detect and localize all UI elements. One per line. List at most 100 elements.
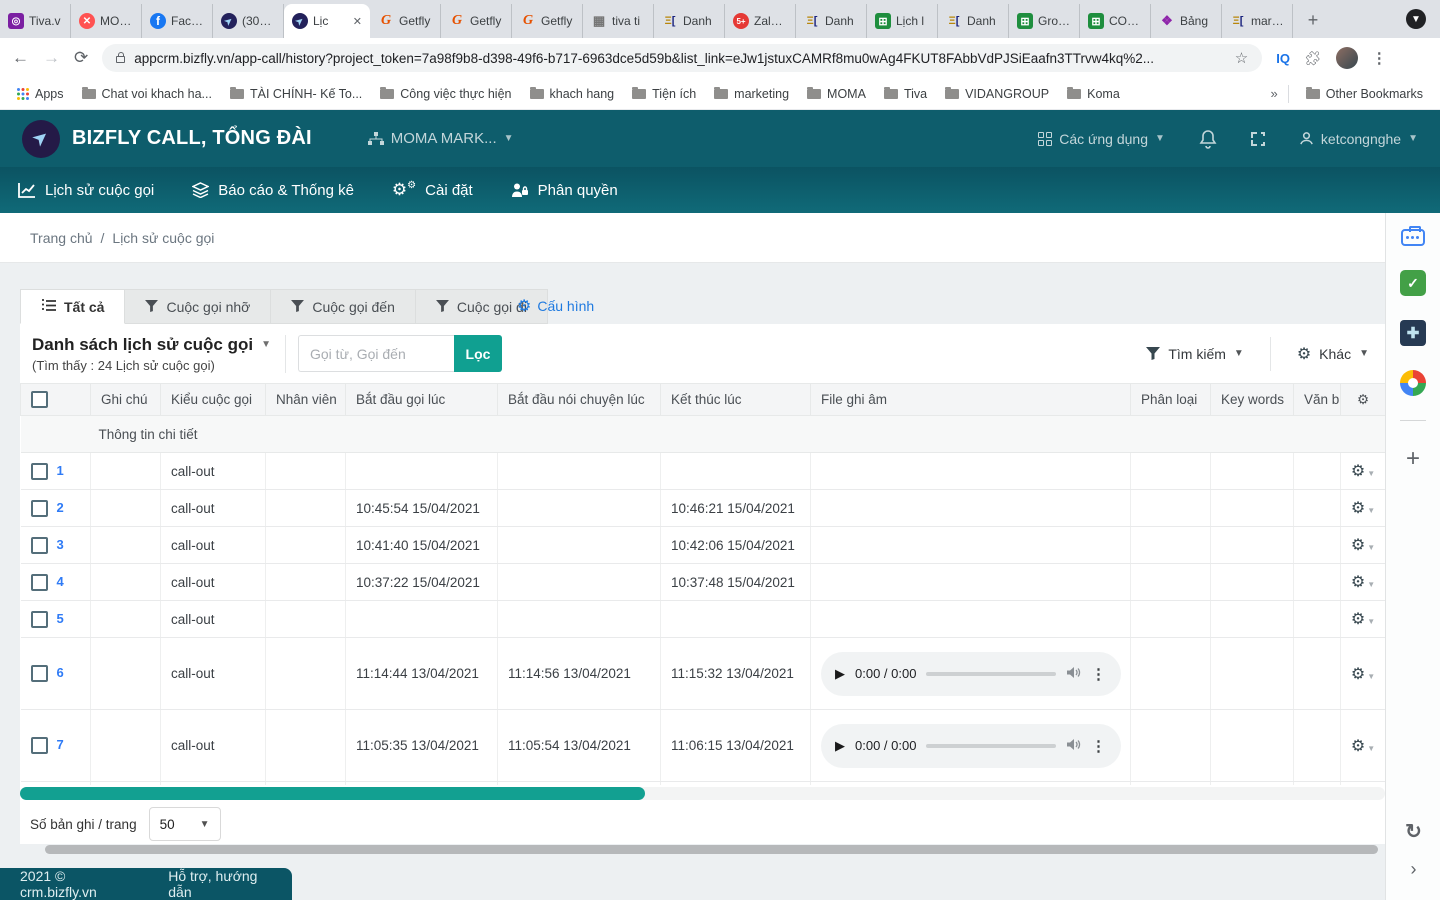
notification-bell-icon[interactable] xyxy=(1199,129,1217,149)
row-settings-icon[interactable]: ⚙ xyxy=(1351,463,1365,480)
row-number[interactable]: 1 xyxy=(57,463,64,478)
audio-player[interactable]: ▶0:00 / 0:00⋮ xyxy=(821,724,1121,768)
iq-extension-icon[interactable]: IQ xyxy=(1276,51,1290,66)
row-settings-icon[interactable]: ⚙ xyxy=(1351,738,1365,755)
browser-tab[interactable]: ❖Bảng xyxy=(1151,4,1222,38)
select-all-checkbox[interactable] xyxy=(31,391,48,408)
row-checkbox[interactable] xyxy=(31,611,48,628)
apps-menu-button[interactable]: Các ứng dụng▼ xyxy=(1038,131,1165,147)
bookmark-folder[interactable]: Tiva xyxy=(877,84,934,104)
row-settings-icon[interactable]: ⚙ xyxy=(1351,666,1365,683)
volume-icon[interactable] xyxy=(1066,738,1081,754)
new-tab-button[interactable]: + xyxy=(1299,6,1327,34)
fullscreen-icon[interactable] xyxy=(1251,132,1265,146)
browser-tab[interactable]: ⊞Lịch l xyxy=(867,4,938,38)
bookmark-folder[interactable]: MOMA xyxy=(800,84,873,104)
row-number[interactable]: 7 xyxy=(57,737,64,752)
chevron-right-icon[interactable]: › xyxy=(1386,859,1440,880)
navy-extension-icon[interactable]: ✚ xyxy=(1400,320,1426,346)
browser-tab[interactable]: Ξ[Danh xyxy=(796,4,867,38)
org-switcher[interactable]: MOMA MARK...▼ xyxy=(368,130,514,147)
audio-player[interactable]: ▶0:00 / 0:00⋮ xyxy=(821,652,1121,696)
row-checkbox[interactable] xyxy=(31,665,48,682)
bookmark-folder[interactable]: khach hang xyxy=(523,84,622,104)
audio-menu-icon[interactable]: ⋮ xyxy=(1091,665,1107,683)
forward-icon[interactable]: → xyxy=(43,48,60,68)
row-number[interactable]: 6 xyxy=(57,665,64,680)
row-settings-icon[interactable]: ⚙ xyxy=(1351,537,1365,554)
green-extension-icon[interactable]: ✓ xyxy=(1400,270,1426,296)
filter-button[interactable]: Lọc xyxy=(454,335,502,372)
phone-filter-input[interactable] xyxy=(298,335,454,372)
browser-tab[interactable]: Ξ[marke xyxy=(1222,4,1293,38)
tab-cuộc-gọi-nhỡ[interactable]: Cuộc gọi nhỡ xyxy=(125,289,271,324)
browser-tab[interactable]: ⊞Group xyxy=(1009,4,1080,38)
browser-tab[interactable]: ⊞CONT xyxy=(1080,4,1151,38)
audio-progress-bar[interactable] xyxy=(926,672,1056,676)
row-number[interactable]: 4 xyxy=(57,574,64,589)
bookmark-folder[interactable]: TÀI CHÍNH- Kế To... xyxy=(223,84,369,104)
browser-tab[interactable]: 5+Zalo V xyxy=(725,4,796,38)
bookmark-folder[interactable]: marketing xyxy=(707,84,796,104)
browser-profile-avatar[interactable] xyxy=(1336,47,1358,69)
more-dropdown[interactable]: ⚙ Khác▼ xyxy=(1297,344,1369,364)
bookmark-apps[interactable]: Apps xyxy=(10,84,71,104)
user-menu[interactable]: ketcongnghe▼ xyxy=(1299,131,1418,147)
table-hscrollbar-thumb[interactable] xyxy=(20,787,645,800)
browser-tab[interactable]: ▦tiva ti xyxy=(583,4,654,38)
row-checkbox[interactable] xyxy=(31,737,48,754)
nav-item-1[interactable]: Lịch sử cuộc gọi xyxy=(18,182,154,199)
browser-tab[interactable]: ◎Tiva.v xyxy=(0,4,71,38)
browser-tab[interactable]: Ξ[Danh xyxy=(654,4,725,38)
browser-tab[interactable]: GGetfly xyxy=(370,4,441,38)
audio-menu-icon[interactable]: ⋮ xyxy=(1091,737,1107,755)
tab-cuộc-gọi-đến[interactable]: Cuộc gọi đến xyxy=(271,289,416,324)
audio-progress-bar[interactable] xyxy=(926,744,1056,748)
bookmarks-overflow-icon[interactable]: » xyxy=(1271,86,1278,101)
per-page-select[interactable]: 50 ▼ xyxy=(149,807,221,841)
row-number[interactable]: 3 xyxy=(57,537,64,552)
bookmark-folder[interactable]: Tiện ích xyxy=(625,84,703,104)
row-checkbox[interactable] xyxy=(31,574,48,591)
address-bar[interactable]: appcrm.bizfly.vn/app-call/history?projec… xyxy=(102,44,1262,72)
browser-tab[interactable]: ✕MOMA xyxy=(71,4,142,38)
bizfly-logo[interactable]: ➤ xyxy=(22,120,60,158)
refresh-icon[interactable]: ↻ xyxy=(1386,819,1440,844)
add-extension-icon[interactable]: + xyxy=(1406,445,1420,473)
row-checkbox[interactable] xyxy=(31,500,48,517)
row-checkbox[interactable] xyxy=(31,463,48,480)
browser-menu-icon[interactable]: ⋮ xyxy=(1372,49,1387,67)
color-wheel-extension-icon[interactable] xyxy=(1400,370,1426,396)
other-bookmarks[interactable]: Other Bookmarks xyxy=(1299,84,1430,104)
table-hscrollbar-track[interactable] xyxy=(20,787,1385,800)
window-hscrollbar-thumb[interactable] xyxy=(45,845,1378,854)
bookmark-star-icon[interactable]: ☆ xyxy=(1235,49,1248,67)
browser-tab[interactable]: ➤(30) C xyxy=(213,4,284,38)
volume-icon[interactable] xyxy=(1066,666,1081,682)
nav-item-4[interactable]: Phân quyền xyxy=(511,182,618,199)
row-number[interactable]: 5 xyxy=(57,611,64,626)
close-tab-icon[interactable]: ✕ xyxy=(353,15,362,28)
search-dropdown[interactable]: Tìm kiếm▼ xyxy=(1146,346,1243,362)
bookmark-folder[interactable]: Chat voi khach ha... xyxy=(75,84,219,104)
bookmark-folder[interactable]: VIDANGROUP xyxy=(938,84,1056,104)
tab-search-icon[interactable]: ▼ xyxy=(1406,9,1426,29)
back-icon[interactable]: ← xyxy=(12,48,29,68)
play-icon[interactable]: ▶ xyxy=(835,666,845,682)
list-title[interactable]: Danh sách lịch sử cuộc gọi▼ xyxy=(32,335,271,355)
row-number[interactable]: 2 xyxy=(57,500,64,515)
browser-tab[interactable]: GGetfly xyxy=(512,4,583,38)
row-settings-icon[interactable]: ⚙ xyxy=(1351,500,1365,517)
browser-tab[interactable]: fFaceb xyxy=(142,4,213,38)
browser-tab[interactable]: ➤Lịc✕ xyxy=(284,4,370,38)
nav-item-3[interactable]: ⚙⚙Cài đặt xyxy=(392,180,473,200)
browser-tab[interactable]: GGetfly xyxy=(441,4,512,38)
reload-icon[interactable]: ⟳ xyxy=(74,48,88,68)
briefcase-extension-icon[interactable] xyxy=(1401,229,1425,246)
bookmark-folder[interactable]: Công việc thực hiện xyxy=(373,84,518,104)
play-icon[interactable]: ▶ xyxy=(835,738,845,754)
footer-support-link[interactable]: Hỗ trợ, hướng dẫn xyxy=(168,868,272,900)
browser-tab[interactable]: Ξ[Danh xyxy=(938,4,1009,38)
row-settings-icon[interactable]: ⚙ xyxy=(1351,611,1365,628)
breadcrumb-home[interactable]: Trang chủ xyxy=(30,230,93,246)
